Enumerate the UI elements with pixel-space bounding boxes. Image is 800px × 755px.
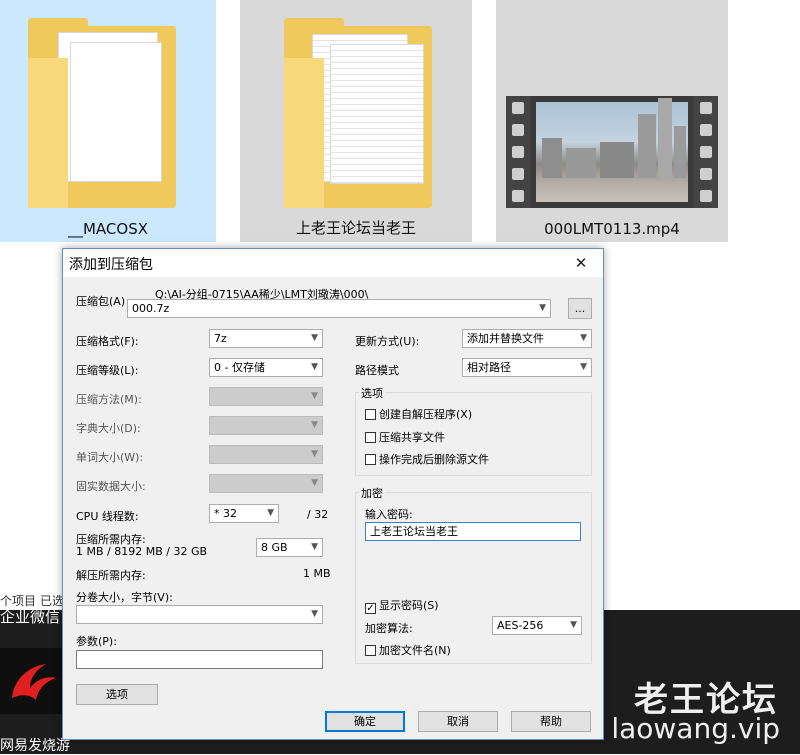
chevron-down-icon: ▼ xyxy=(267,508,274,518)
help-button[interactable]: 帮助 xyxy=(511,711,591,732)
options-group-title: 选项 xyxy=(359,385,385,401)
update-mode-label: 更新方式(U): xyxy=(355,335,420,348)
netease-app-icon[interactable] xyxy=(0,648,66,714)
chevron-down-icon: ▼ xyxy=(311,420,318,430)
level-label: 压缩等级(L): xyxy=(76,364,139,377)
delete-checkbox[interactable] xyxy=(365,454,376,465)
file-name: 上老王论坛当老王 xyxy=(295,219,416,237)
archive-label: 压缩包(A) xyxy=(76,295,126,308)
params-input[interactable] xyxy=(76,650,323,669)
file-name: 000LMT0113.mp4 xyxy=(544,220,680,238)
shared-checkbox-row[interactable]: 压缩共享文件 xyxy=(365,429,445,445)
level-select[interactable]: 0 - 仅存储 ▼ xyxy=(209,358,323,377)
encryption-method-value: AES-256 xyxy=(497,619,544,632)
solid-size-label: 固实数据大小: xyxy=(76,480,146,493)
path-mode-select[interactable]: 相对路径 ▼ xyxy=(462,358,592,377)
chevron-down-icon: ▼ xyxy=(311,362,318,372)
solid-size-select[interactable]: ▼ xyxy=(209,474,323,493)
memory-detail: 1 MB / 8192 MB / 32 GB xyxy=(76,545,208,558)
add-to-archive-dialog: 添加到压缩包 ✕ 压缩包(A) Q:\AI-分组-0715\AA稀少\LMT刘璥… xyxy=(62,248,604,740)
browse-button[interactable]: ... xyxy=(568,298,592,319)
close-icon[interactable]: ✕ xyxy=(559,249,603,277)
encryption-group-title: 加密 xyxy=(359,485,385,501)
ok-button[interactable]: 确定 xyxy=(325,711,405,732)
path-mode-value: 相对路径 xyxy=(467,361,511,374)
chevron-down-icon: ▼ xyxy=(311,391,318,401)
encryption-method-label: 加密算法: xyxy=(365,622,413,635)
update-mode-value: 添加并替换文件 xyxy=(467,332,544,345)
app-label: 网易发烧游 xyxy=(0,738,70,754)
chevron-down-icon: ▼ xyxy=(570,620,577,630)
threads-value: * 32 xyxy=(214,507,237,520)
format-value: 7z xyxy=(214,332,227,345)
encryption-method-select[interactable]: AES-256 ▼ xyxy=(492,616,582,635)
dict-size-select[interactable]: ▼ xyxy=(209,416,323,435)
threads-max: / 32 xyxy=(307,508,329,521)
delete-checkbox-label: 操作完成后删除源文件 xyxy=(379,453,489,466)
memory-value: 8 GB xyxy=(261,541,288,554)
encrypt-names-checkbox-row[interactable]: 加密文件名(N) xyxy=(365,642,451,658)
chevron-down-icon[interactable]: ▼ xyxy=(539,300,546,317)
dialog-titlebar[interactable]: 添加到压缩包 ✕ xyxy=(63,249,603,277)
folder-icon xyxy=(28,18,176,208)
chevron-down-icon: ▼ xyxy=(311,449,318,459)
shared-checkbox-label: 压缩共享文件 xyxy=(379,431,445,444)
cancel-button[interactable]: 取消 xyxy=(418,711,498,732)
show-password-checkbox[interactable]: ✓ xyxy=(365,603,376,614)
show-password-label: 显示密码(S) xyxy=(379,599,439,612)
chevron-down-icon: ▼ xyxy=(311,333,318,343)
word-size-select[interactable]: ▼ xyxy=(209,445,323,464)
encrypt-names-label: 加密文件名(N) xyxy=(379,644,451,657)
password-label: 输入密码: xyxy=(365,508,413,521)
sfx-checkbox[interactable] xyxy=(365,409,376,420)
delete-checkbox-row[interactable]: 操作完成后删除源文件 xyxy=(365,451,489,467)
archive-name-combo[interactable]: 000.7z ▼ xyxy=(127,299,551,318)
dict-size-label: 字典大小(D): xyxy=(76,422,141,435)
file-item-macosx[interactable]: __MACOSX xyxy=(0,0,216,242)
threads-label: CPU 线程数: xyxy=(76,510,139,523)
chevron-down-icon: ▼ xyxy=(311,609,318,619)
video-thumbnail xyxy=(506,96,718,208)
method-select[interactable]: ▼ xyxy=(209,387,323,406)
word-size-label: 单词大小(W): xyxy=(76,451,144,464)
memory-select[interactable]: 8 GB ▼ xyxy=(256,538,323,557)
sfx-checkbox-row[interactable]: 创建自解压程序(X) xyxy=(365,406,472,422)
file-item-laowang-folder[interactable]: 上老王论坛当老王 xyxy=(240,0,472,242)
threads-select[interactable]: * 32 ▼ xyxy=(209,504,279,523)
level-value: 0 - 仅存储 xyxy=(214,361,265,374)
password-input[interactable]: 上老王论坛当老王 xyxy=(365,522,581,541)
chevron-down-icon: ▼ xyxy=(311,542,318,552)
file-item-video[interactable]: 000LMT0113.mp4 xyxy=(496,0,728,242)
decompress-memory-value: 1 MB xyxy=(303,567,331,580)
dialog-title: 添加到压缩包 xyxy=(69,257,153,273)
taskbar-wechat-label[interactable]: 企业微信 xyxy=(0,606,60,627)
volume-combo[interactable]: ▼ xyxy=(76,605,323,624)
params-label: 参数(P): xyxy=(76,635,117,648)
path-mode-label: 路径模式 xyxy=(355,364,399,377)
chevron-down-icon: ▼ xyxy=(580,362,587,372)
file-name: __MACOSX xyxy=(67,220,149,238)
method-label: 压缩方法(M): xyxy=(76,393,142,406)
folder-icon xyxy=(284,18,432,208)
format-select[interactable]: 7z ▼ xyxy=(209,329,323,348)
show-password-checkbox-row[interactable]: ✓ 显示密码(S) xyxy=(365,597,439,614)
update-mode-select[interactable]: 添加并替换文件 ▼ xyxy=(462,329,592,348)
chevron-down-icon: ▼ xyxy=(580,333,587,343)
encrypt-names-checkbox[interactable] xyxy=(365,645,376,656)
shared-checkbox[interactable] xyxy=(365,432,376,443)
decompress-memory-label: 解压所需内存: xyxy=(76,569,146,582)
format-label: 压缩格式(F): xyxy=(76,335,139,348)
options-button[interactable]: 选项 xyxy=(76,684,158,705)
watermark-en: laowang.vip xyxy=(611,712,780,745)
volume-label: 分卷大小，字节(V): xyxy=(76,591,173,604)
chevron-down-icon: ▼ xyxy=(311,478,318,488)
archive-name-value: 000.7z xyxy=(132,302,170,315)
sfx-checkbox-label: 创建自解压程序(X) xyxy=(379,408,473,421)
